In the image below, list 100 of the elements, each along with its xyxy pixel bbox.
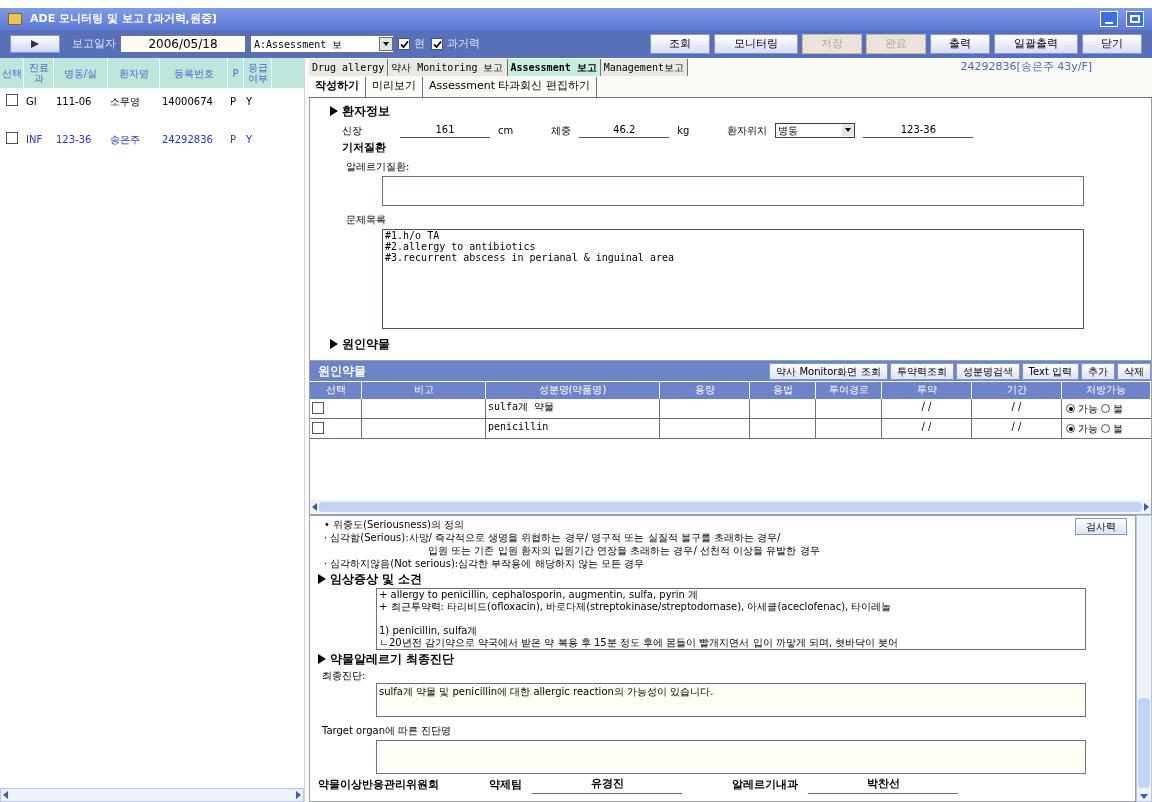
dropdown-caret-icon[interactable] [379, 37, 393, 51]
field-label: 체중 [551, 123, 572, 138]
tab[interactable]: Assessment 타과회신 편집하기 [423, 76, 597, 97]
symptoms-field[interactable]: + allergy to penicillin, cephalosporin, augmentin, sulfa, pyrin 계 + 최근투약력: 타리비드(ofloxacin), 바로다제(streptokinase/streptodornase), 아세클(aceclofenac), 타이레놀 1) penicillin, sulfa계 ㄴ20년전 감기약으로 약국에서 받은 약 복용 후 15분 정도 후에 몸들이 빨개지면서 입이 까맣게 되며, 혓바닥이 붓어 [376, 588, 1086, 650]
tab[interactable]: 미리보기 [366, 76, 423, 97]
tab[interactable]: 약사 Monitoring 보고 [388, 58, 508, 76]
checkbox[interactable] [431, 38, 443, 50]
radio-button[interactable] [1066, 424, 1075, 433]
panel-button[interactable]: 약사 Monitor화면 조회 [769, 362, 888, 380]
radio-label: 불 [1113, 402, 1123, 416]
panel-button[interactable]: 투약력조회 [889, 362, 954, 380]
problem-list-field[interactable]: #1.h/o TA #2.allergy to antibiotics #3.recurrent abscess in perianal & inguinal area [382, 228, 1084, 329]
tab[interactable]: 작성하기 [309, 76, 366, 97]
toolbar-button[interactable]: 일괄출력 [994, 34, 1078, 54]
checkbox[interactable] [312, 422, 324, 434]
toolbar-button[interactable]: 닫기 [1082, 34, 1142, 54]
target-organ-field[interactable] [376, 740, 1086, 774]
signature-label: 약제팀 [489, 776, 522, 793]
table-cell-text: P [229, 95, 238, 109]
tab[interactable]: Drug allergy [309, 58, 389, 76]
table-cell-text: P [229, 133, 238, 147]
weight-field[interactable]: 46.2 [579, 122, 670, 138]
field-label: 문제목록 [345, 212, 387, 227]
final-diagnosis-field[interactable]: sulfa계 약물 및 penicillin에 대한 allergic reaction의 가능성이 있습니다. [376, 683, 1086, 717]
radio-label: 가능 [1078, 402, 1098, 416]
allergy-field[interactable] [382, 175, 1084, 206]
maximize-button[interactable] [1126, 11, 1144, 27]
column-header: 병동/실 [54, 58, 108, 88]
lab-history-button[interactable]: 검사력 [1075, 518, 1127, 535]
table-cell-text: Y [245, 133, 254, 147]
signature-name: 유경진 [532, 776, 682, 794]
table-cell-text: 14000674 [161, 95, 214, 109]
tab[interactable]: Management보고 [600, 58, 688, 76]
toolbar-button[interactable]: 조회 [650, 34, 710, 54]
horizontal-scrollbar[interactable] [0, 788, 304, 802]
triangle-icon [330, 106, 338, 116]
minimize-button[interactable] [1100, 11, 1118, 27]
toolbar-button[interactable]: 출력 [930, 34, 990, 54]
triangle-icon [318, 574, 326, 584]
scroll-left-icon[interactable] [3, 791, 8, 799]
panel-button[interactable]: 삭제 [1117, 362, 1151, 380]
location-dropdown[interactable]: 병동 [775, 122, 856, 138]
column-header: 환자명 [108, 58, 160, 88]
section-heading: 원인약물 [342, 335, 390, 353]
room-field[interactable]: 123-36 [863, 122, 974, 138]
definition-text: 입원 또는 기존 입원 환자의 입원기간 연장을 초래하는 경우/ 선천적 이상을 유발한 경우 [427, 544, 821, 557]
checkbox[interactable] [6, 94, 18, 106]
table-cell: sulfa계 약물 [486, 399, 660, 418]
table-cell-text: 24292836 [161, 133, 214, 147]
field-label: 최종진단: [321, 669, 367, 683]
column-header: 선택 [0, 58, 24, 88]
unit-label: kg [677, 123, 690, 138]
section-heading: 임상증상 및 소견 [330, 571, 423, 588]
panel-button[interactable]: 성분명검색 [955, 362, 1020, 380]
field-label: 환자위치 [727, 123, 768, 138]
committee-label: 약물이상반응관리위원회 [318, 776, 439, 793]
table-cell-text: / / [1011, 400, 1022, 414]
arrow-icon [31, 40, 39, 48]
radio-label: 불 [1113, 422, 1123, 436]
definition-text: • 위중도(Seriousness)의 정의 [323, 518, 466, 531]
panel-title: 원인약물 [318, 363, 366, 380]
horizontal-scrollbar[interactable] [310, 500, 1151, 514]
table-cell-text: 소무영 [109, 95, 141, 109]
panel-button[interactable]: 추가 [1081, 362, 1115, 380]
table-cell-text: 123-36 [55, 133, 93, 147]
scroll-thumb[interactable] [319, 502, 1142, 512]
scroll-thumb[interactable] [1138, 698, 1150, 788]
table-cell-text: Y [245, 95, 254, 109]
checkbox[interactable] [398, 38, 410, 50]
report-type-dropdown[interactable]: A:Assessment 보 [250, 35, 394, 53]
table-cell-text: INF [25, 133, 44, 147]
toolbar-button[interactable]: 모니터링 [714, 34, 798, 54]
vertical-scrollbar[interactable] [1136, 515, 1152, 802]
date-label: 보고일자 [72, 35, 116, 52]
panel-button[interactable]: Text 입력 [1021, 362, 1079, 380]
window-title: ADE 모니터링 및 보고 [과거력,원중] [30, 10, 217, 27]
column-header: P [228, 58, 244, 88]
radio-button[interactable] [1101, 424, 1110, 433]
section-heading: 기저질환 [341, 140, 387, 156]
tab[interactable]: Assessment 보고 [507, 58, 601, 76]
table-cell-text: / / [1011, 420, 1022, 434]
dropdown-caret-icon[interactable] [842, 124, 855, 136]
date-field[interactable]: 2006/05/18 [120, 35, 246, 53]
table-cell-text: / / [921, 420, 932, 434]
definition-text: · 심각함(Serious):사망/ 즉각적으로 생명을 위협하는 경우/ 영구적 또는 실질적 불구를 초래하는 경우/ [323, 531, 782, 544]
checkbox-label: 현 [414, 35, 425, 52]
checkbox[interactable] [6, 132, 18, 144]
height-field[interactable]: 161 [400, 122, 490, 138]
patient-label: 24292836[송은주 43y/F] [960, 58, 1092, 75]
field-label: 알레르기질환: [345, 159, 411, 174]
arrow-button[interactable] [10, 35, 60, 53]
field-label: Target organ에 따른 진단명 [321, 724, 453, 738]
checkbox[interactable] [312, 402, 324, 414]
field-label: 신장 [342, 123, 362, 138]
signature-name: 박찬선 [808, 776, 958, 794]
triangle-icon [330, 338, 338, 349]
radio-button[interactable] [1066, 404, 1075, 413]
section-heading: 환자정보 [342, 103, 390, 120]
radio-button[interactable] [1101, 404, 1110, 413]
scroll-down-icon[interactable] [1140, 794, 1148, 799]
